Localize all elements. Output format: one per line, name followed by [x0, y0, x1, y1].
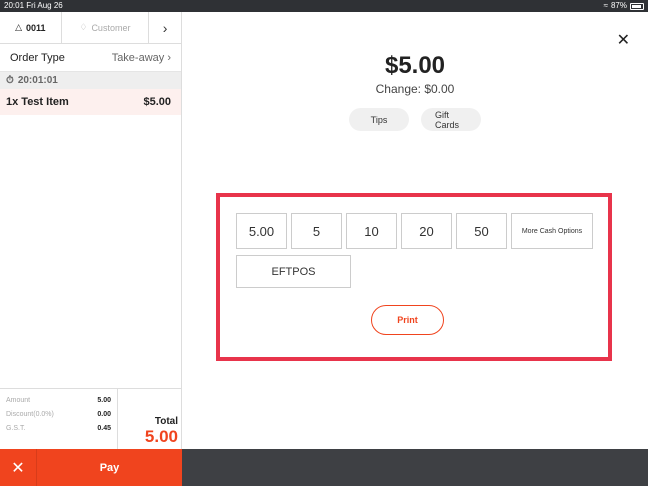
total-label: Total	[154, 416, 178, 427]
table-number: 0011	[26, 22, 46, 33]
battery-percent: 87%	[610, 1, 627, 10]
status-bar: 20:01 Fri Aug 26 ≈ 87%	[0, 0, 648, 12]
cash-option-button[interactable]: 10	[346, 213, 397, 249]
payment-amount: $5.00	[384, 52, 446, 79]
chevron-right-icon[interactable]: ›	[149, 12, 181, 43]
close-icon[interactable]: ✕	[617, 30, 630, 50]
timer-icon: ⏱	[6, 75, 14, 86]
status-time-date: 20:01 Fri Aug 26	[4, 0, 63, 12]
order-type-row[interactable]: Order Type Take-away ›	[0, 44, 181, 72]
amount-row: Amount 5.00	[6, 393, 111, 407]
diamond-icon: ♢	[79, 22, 88, 32]
amount-label: Amount	[6, 396, 31, 404]
battery-icon	[630, 2, 644, 10]
status-time: 20:01	[4, 1, 25, 10]
customer-button[interactable]: ♢ Customer	[62, 12, 150, 43]
tips-button[interactable]: Tips	[349, 108, 409, 131]
payment-panel: ✕ $5.00 Change: $0.00 Tips Gift Cards 5.…	[182, 12, 648, 449]
status-right: ≈ 87%	[604, 0, 644, 12]
item-label: 1x Test Item	[6, 96, 69, 108]
cash-option-button[interactable]: 5	[291, 213, 342, 249]
pay-button[interactable]: Pay	[37, 449, 182, 486]
order-time-row: ⏱ 20:01:01	[0, 72, 181, 89]
item-price: $5.00	[143, 96, 171, 108]
order-type-label: Order Type	[10, 51, 65, 64]
gst-label: G.S.T.	[6, 424, 26, 432]
gst-row: G.S.T. 0.45	[6, 421, 111, 435]
table-button[interactable]: △ 0011	[0, 12, 62, 43]
status-date: Fri Aug 26	[26, 1, 63, 10]
close-icon[interactable]: ✕	[0, 449, 37, 486]
gst-value: 0.45	[97, 424, 111, 432]
wifi-icon: ≈	[603, 1, 608, 10]
discount-value: 0.00	[97, 410, 111, 418]
payment-extras: Tips Gift Cards	[182, 108, 648, 131]
summary-rows: Amount 5.00 Discount(0.0%) 0.00 G.S.T. 0.45	[0, 389, 118, 449]
print-button[interactable]: Print	[371, 305, 444, 335]
discount-row: Discount(0.0%) 0.00	[6, 407, 111, 421]
table-icon: △	[15, 22, 23, 32]
order-type-value-wrap: Take-away ›	[111, 51, 171, 64]
cash-options: 5.00 5 10 20 50 More Cash Options	[236, 213, 593, 249]
discount-label: Discount(0.0%)	[6, 410, 54, 418]
gift-cards-button[interactable]: Gift Cards	[421, 108, 481, 131]
cash-option-button[interactable]: 50	[456, 213, 507, 249]
cash-option-button[interactable]: 20	[401, 213, 452, 249]
list-item[interactable]: 1x Test Item $5.00	[0, 89, 181, 115]
amount-value: 5.00	[97, 396, 111, 404]
order-panel: △ 0011 ♢ Customer › Order Type Take-away…	[0, 12, 182, 449]
customer-label: Customer	[91, 22, 131, 33]
eftpos-button[interactable]: EFTPOS	[236, 255, 351, 288]
cash-option-button[interactable]: 5.00	[236, 213, 287, 249]
order-topbar: △ 0011 ♢ Customer ›	[0, 12, 181, 44]
total-block: Total 5.00	[118, 389, 182, 449]
total-value: 5.00	[144, 427, 178, 446]
order-type-value: Take-away	[111, 51, 165, 64]
order-time: 20:01:01	[17, 75, 58, 86]
order-summary: Amount 5.00 Discount(0.0%) 0.00 G.S.T. 0.45…	[0, 388, 182, 449]
more-cash-options-button[interactable]: More Cash Options	[511, 213, 593, 249]
change-amount: Change: $0.00	[375, 82, 455, 96]
